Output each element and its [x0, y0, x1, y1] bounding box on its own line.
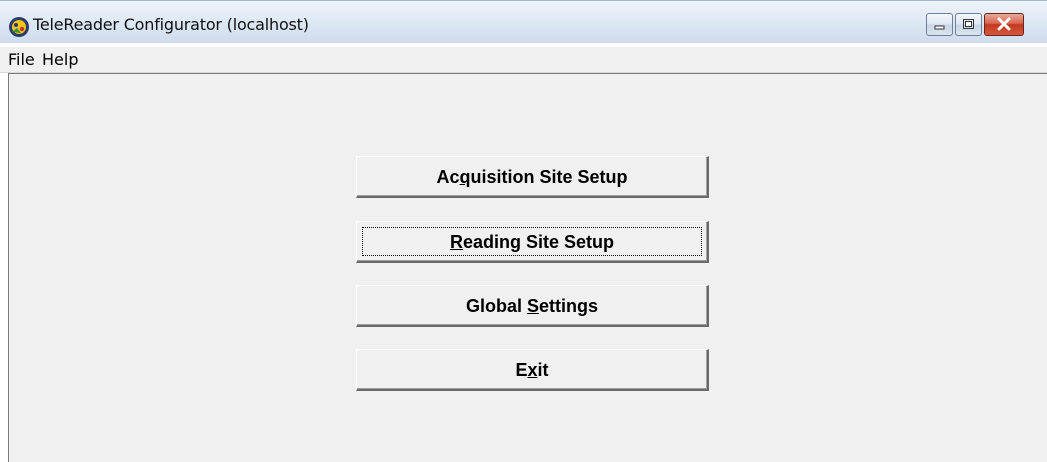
maximize-icon — [963, 19, 974, 29]
maximize-button[interactable] — [955, 13, 982, 36]
button-label: Exit — [515, 360, 549, 380]
configurator-window: TeleReader Configurator (localhost) File… — [0, 0, 1047, 462]
button-label: Acquisition Site Setup — [436, 167, 628, 187]
menu-file[interactable]: File — [8, 50, 35, 69]
telereader-app-icon[interactable] — [8, 16, 30, 38]
menu-bar: File Help — [0, 47, 1047, 73]
exit-button[interactable]: Exit — [356, 349, 709, 391]
close-button[interactable] — [984, 13, 1024, 36]
global-settings-button[interactable]: Global Settings — [356, 285, 709, 327]
reading-site-setup-button[interactable]: Reading Site Setup — [356, 221, 709, 263]
minimize-icon — [934, 25, 945, 30]
menu-help[interactable]: Help — [42, 50, 78, 69]
acquisition-site-setup-button[interactable]: Acquisition Site Setup — [356, 156, 709, 198]
button-label: Reading Site Setup — [449, 232, 615, 252]
minimize-button[interactable] — [926, 13, 953, 36]
close-icon — [997, 17, 1011, 31]
window-title: TeleReader Configurator (localhost) — [33, 15, 309, 34]
title-bar[interactable]: TeleReader Configurator (localhost) — [0, 0, 1047, 43]
button-label: Global Settings — [465, 296, 599, 316]
main-panel — [8, 73, 1047, 462]
